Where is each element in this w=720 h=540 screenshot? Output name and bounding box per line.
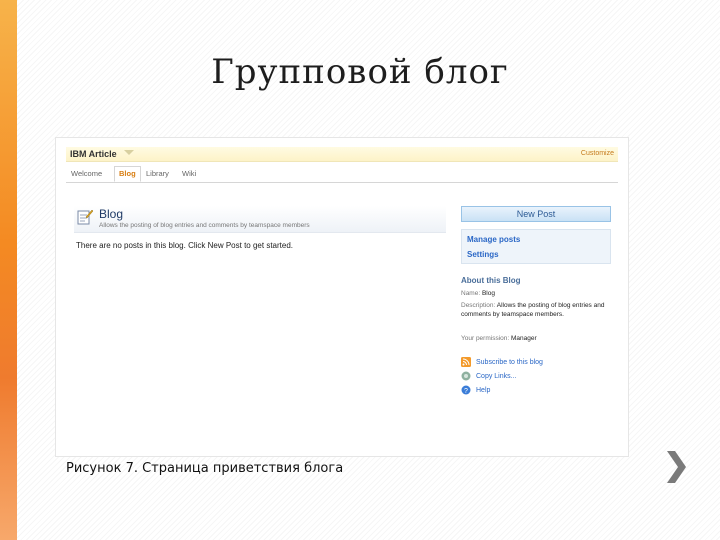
copy-links-icon <box>461 371 471 381</box>
subscribe-label: Subscribe to this blog <box>476 358 543 366</box>
about-description: Description: Allows the posting of blog … <box>461 301 611 319</box>
blog-edit-icon <box>77 209 93 225</box>
help-icon: ? <box>461 385 471 395</box>
customize-link[interactable]: Customize <box>581 150 614 157</box>
next-slide-chevron-icon[interactable] <box>664 450 688 484</box>
about-permission: Your permission: Manager <box>461 334 611 343</box>
blog-title: Blog <box>99 207 124 221</box>
description-label: Description: <box>461 302 496 309</box>
rss-icon <box>461 357 471 367</box>
figure-caption: Рисунок 7. Страница приветствия блога <box>66 461 344 476</box>
copy-links-link[interactable]: Copy Links... <box>461 371 516 381</box>
permission-value: Manager <box>511 335 537 342</box>
name-label: Name: <box>461 290 481 297</box>
app-header: IBM Article Customize <box>66 147 618 162</box>
blog-actions-box: Manage posts Settings <box>461 229 611 264</box>
svg-text:?: ? <box>464 388 468 395</box>
blog-screenshot: IBM Article Customize Welcome Blog Libra… <box>55 137 629 457</box>
tab-library[interactable]: Library <box>146 169 169 178</box>
help-label: Help <box>476 386 491 394</box>
blog-heading: Blog Allows the posting of blog entries … <box>74 206 446 233</box>
tab-bar: Welcome Blog Library Wiki <box>66 166 618 183</box>
settings-link[interactable]: Settings <box>467 250 499 259</box>
about-heading: About this Blog <box>461 276 521 285</box>
tab-wiki[interactable]: Wiki <box>182 169 196 178</box>
app-title: IBM Article <box>70 149 117 159</box>
subscribe-link[interactable]: Subscribe to this blog <box>461 357 543 367</box>
manage-posts-link[interactable]: Manage posts <box>467 235 520 244</box>
slide-title: Групповой блог <box>211 52 509 92</box>
tab-welcome[interactable]: Welcome <box>71 169 102 178</box>
about-name: Name: Blog <box>461 289 611 298</box>
blog-description: Allows the posting of blog entries and c… <box>99 222 310 229</box>
tab-blog[interactable]: Blog <box>114 166 141 182</box>
permission-label: Your permission: <box>461 335 510 342</box>
copy-links-label: Copy Links... <box>476 372 517 380</box>
name-value: Blog <box>481 290 495 297</box>
empty-blog-message: There are no posts in this blog. Click N… <box>76 241 293 250</box>
chevron-down-icon[interactable] <box>124 150 134 155</box>
help-link[interactable]: ? Help <box>461 385 490 395</box>
new-post-button[interactable]: New Post <box>461 206 611 222</box>
